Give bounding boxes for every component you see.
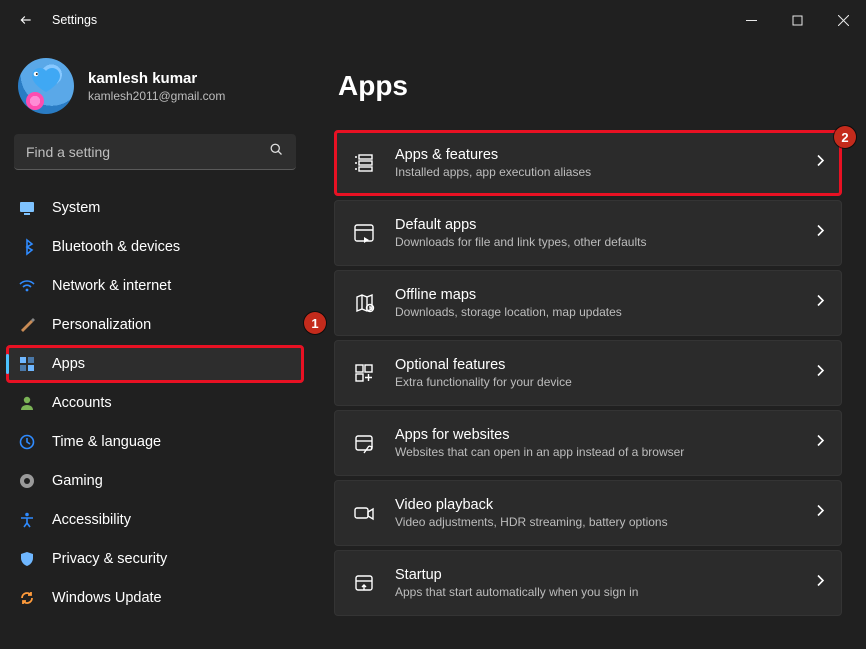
card-subtitle: Downloads for file and link types, other…: [395, 235, 646, 249]
maximize-button[interactable]: [774, 0, 820, 40]
gaming-icon: [18, 472, 36, 490]
minimize-button[interactable]: [728, 0, 774, 40]
card-default-apps[interactable]: Default apps Downloads for file and link …: [334, 200, 842, 266]
search-icon: [269, 142, 284, 162]
card-title: Offline maps: [395, 287, 622, 303]
sidebar-item-label: Gaming: [52, 473, 103, 489]
sidebar-item-accounts[interactable]: Accounts: [6, 384, 304, 422]
accessibility-icon: [18, 511, 36, 529]
sidebar-item-label: Windows Update: [52, 590, 162, 606]
sidebar-item-time[interactable]: Time & language: [6, 423, 304, 461]
accounts-icon: [18, 394, 36, 412]
apps-icon: [18, 355, 36, 373]
chevron-right-icon: [815, 154, 825, 173]
card-video[interactable]: Video playback Video adjustments, HDR str…: [334, 480, 842, 546]
sidebar-item-label: Bluetooth & devices: [52, 239, 180, 255]
card-subtitle: Installed apps, app execution aliases: [395, 165, 591, 179]
bluetooth-icon: [18, 238, 36, 256]
card-startup[interactable]: Startup Apps that start automatically whe…: [334, 550, 842, 616]
card-subtitle: Extra functionality for your device: [395, 375, 572, 389]
titlebar: Settings: [0, 0, 866, 40]
annotation-marker-2: 2: [834, 126, 856, 148]
system-icon: [18, 199, 36, 217]
search-input[interactable]: [26, 144, 269, 160]
card-websites[interactable]: Apps for websites Websites that can open …: [334, 410, 842, 476]
sidebar-item-accessibility[interactable]: Accessibility: [6, 501, 304, 539]
card-apps-features[interactable]: Apps & features Installed apps, app execu…: [334, 130, 842, 196]
annotation-marker-1: 1: [304, 312, 326, 334]
sidebar-item-update[interactable]: Windows Update: [6, 579, 304, 617]
window-controls: [728, 0, 866, 40]
sidebar-item-gaming[interactable]: Gaming: [6, 462, 304, 500]
sidebar-item-wifi[interactable]: Network & internet: [6, 267, 304, 305]
sidebar-item-label: Time & language: [52, 434, 161, 450]
sidebar-item-bluetooth[interactable]: Bluetooth & devices: [6, 228, 304, 266]
video-icon: [353, 502, 375, 524]
profile-name: kamlesh kumar: [88, 70, 225, 87]
search-box[interactable]: [14, 134, 296, 170]
sidebar-item-system[interactable]: System: [6, 189, 304, 227]
card-optional[interactable]: Optional features Extra functionality for…: [334, 340, 842, 406]
sidebar-item-apps[interactable]: Apps: [6, 345, 304, 383]
profile-block[interactable]: kamlesh kumar kamlesh2011@gmail.com: [0, 50, 310, 134]
card-title: Default apps: [395, 217, 646, 233]
wifi-icon: [18, 277, 36, 295]
sidebar: kamlesh kumar kamlesh2011@gmail.com Syst…: [0, 40, 310, 649]
sidebar-nav: System Bluetooth & devices Network & inter…: [0, 184, 310, 617]
apps-features-icon: [353, 152, 375, 174]
page-title: Apps: [338, 70, 842, 102]
sidebar-item-privacy[interactable]: Privacy & security: [6, 540, 304, 578]
card-title: Startup: [395, 567, 638, 583]
card-title: Apps for websites: [395, 427, 684, 443]
card-title: Optional features: [395, 357, 572, 373]
sidebar-item-label: Accessibility: [52, 512, 131, 528]
websites-icon: [353, 432, 375, 454]
card-subtitle: Video adjustments, HDR streaming, batter…: [395, 515, 668, 529]
startup-icon: [353, 572, 375, 594]
chevron-right-icon: [815, 504, 825, 523]
card-offline-maps[interactable]: Offline maps Downloads, storage location,…: [334, 270, 842, 336]
card-subtitle: Apps that start automatically when you s…: [395, 585, 638, 599]
update-icon: [18, 589, 36, 607]
sidebar-item-personalization[interactable]: Personalization: [6, 306, 304, 344]
main-panel: Apps Apps & features Installed apps, app …: [310, 40, 866, 649]
sidebar-item-label: Privacy & security: [52, 551, 167, 567]
card-title: Apps & features: [395, 147, 591, 163]
card-subtitle: Websites that can open in an app instead…: [395, 445, 684, 459]
close-button[interactable]: [820, 0, 866, 40]
window-title: Settings: [52, 13, 97, 27]
offline-maps-icon: [353, 292, 375, 314]
chevron-right-icon: [815, 574, 825, 593]
chevron-right-icon: [815, 224, 825, 243]
sidebar-item-label: Personalization: [52, 317, 151, 333]
profile-email: kamlesh2011@gmail.com: [88, 89, 225, 103]
card-subtitle: Downloads, storage location, map updates: [395, 305, 622, 319]
default-apps-icon: [353, 222, 375, 244]
sidebar-item-label: Apps: [52, 356, 85, 372]
sidebar-item-label: Network & internet: [52, 278, 171, 294]
avatar: [18, 58, 74, 114]
optional-icon: [353, 362, 375, 384]
privacy-icon: [18, 550, 36, 568]
card-title: Video playback: [395, 497, 668, 513]
chevron-right-icon: [815, 294, 825, 313]
cards-container: Apps & features Installed apps, app execu…: [334, 130, 842, 616]
sidebar-item-label: System: [52, 200, 100, 216]
sidebar-item-label: Accounts: [52, 395, 112, 411]
back-button[interactable]: [18, 12, 34, 28]
personalization-icon: [18, 316, 36, 334]
chevron-right-icon: [815, 364, 825, 383]
time-icon: [18, 433, 36, 451]
chevron-right-icon: [815, 434, 825, 453]
